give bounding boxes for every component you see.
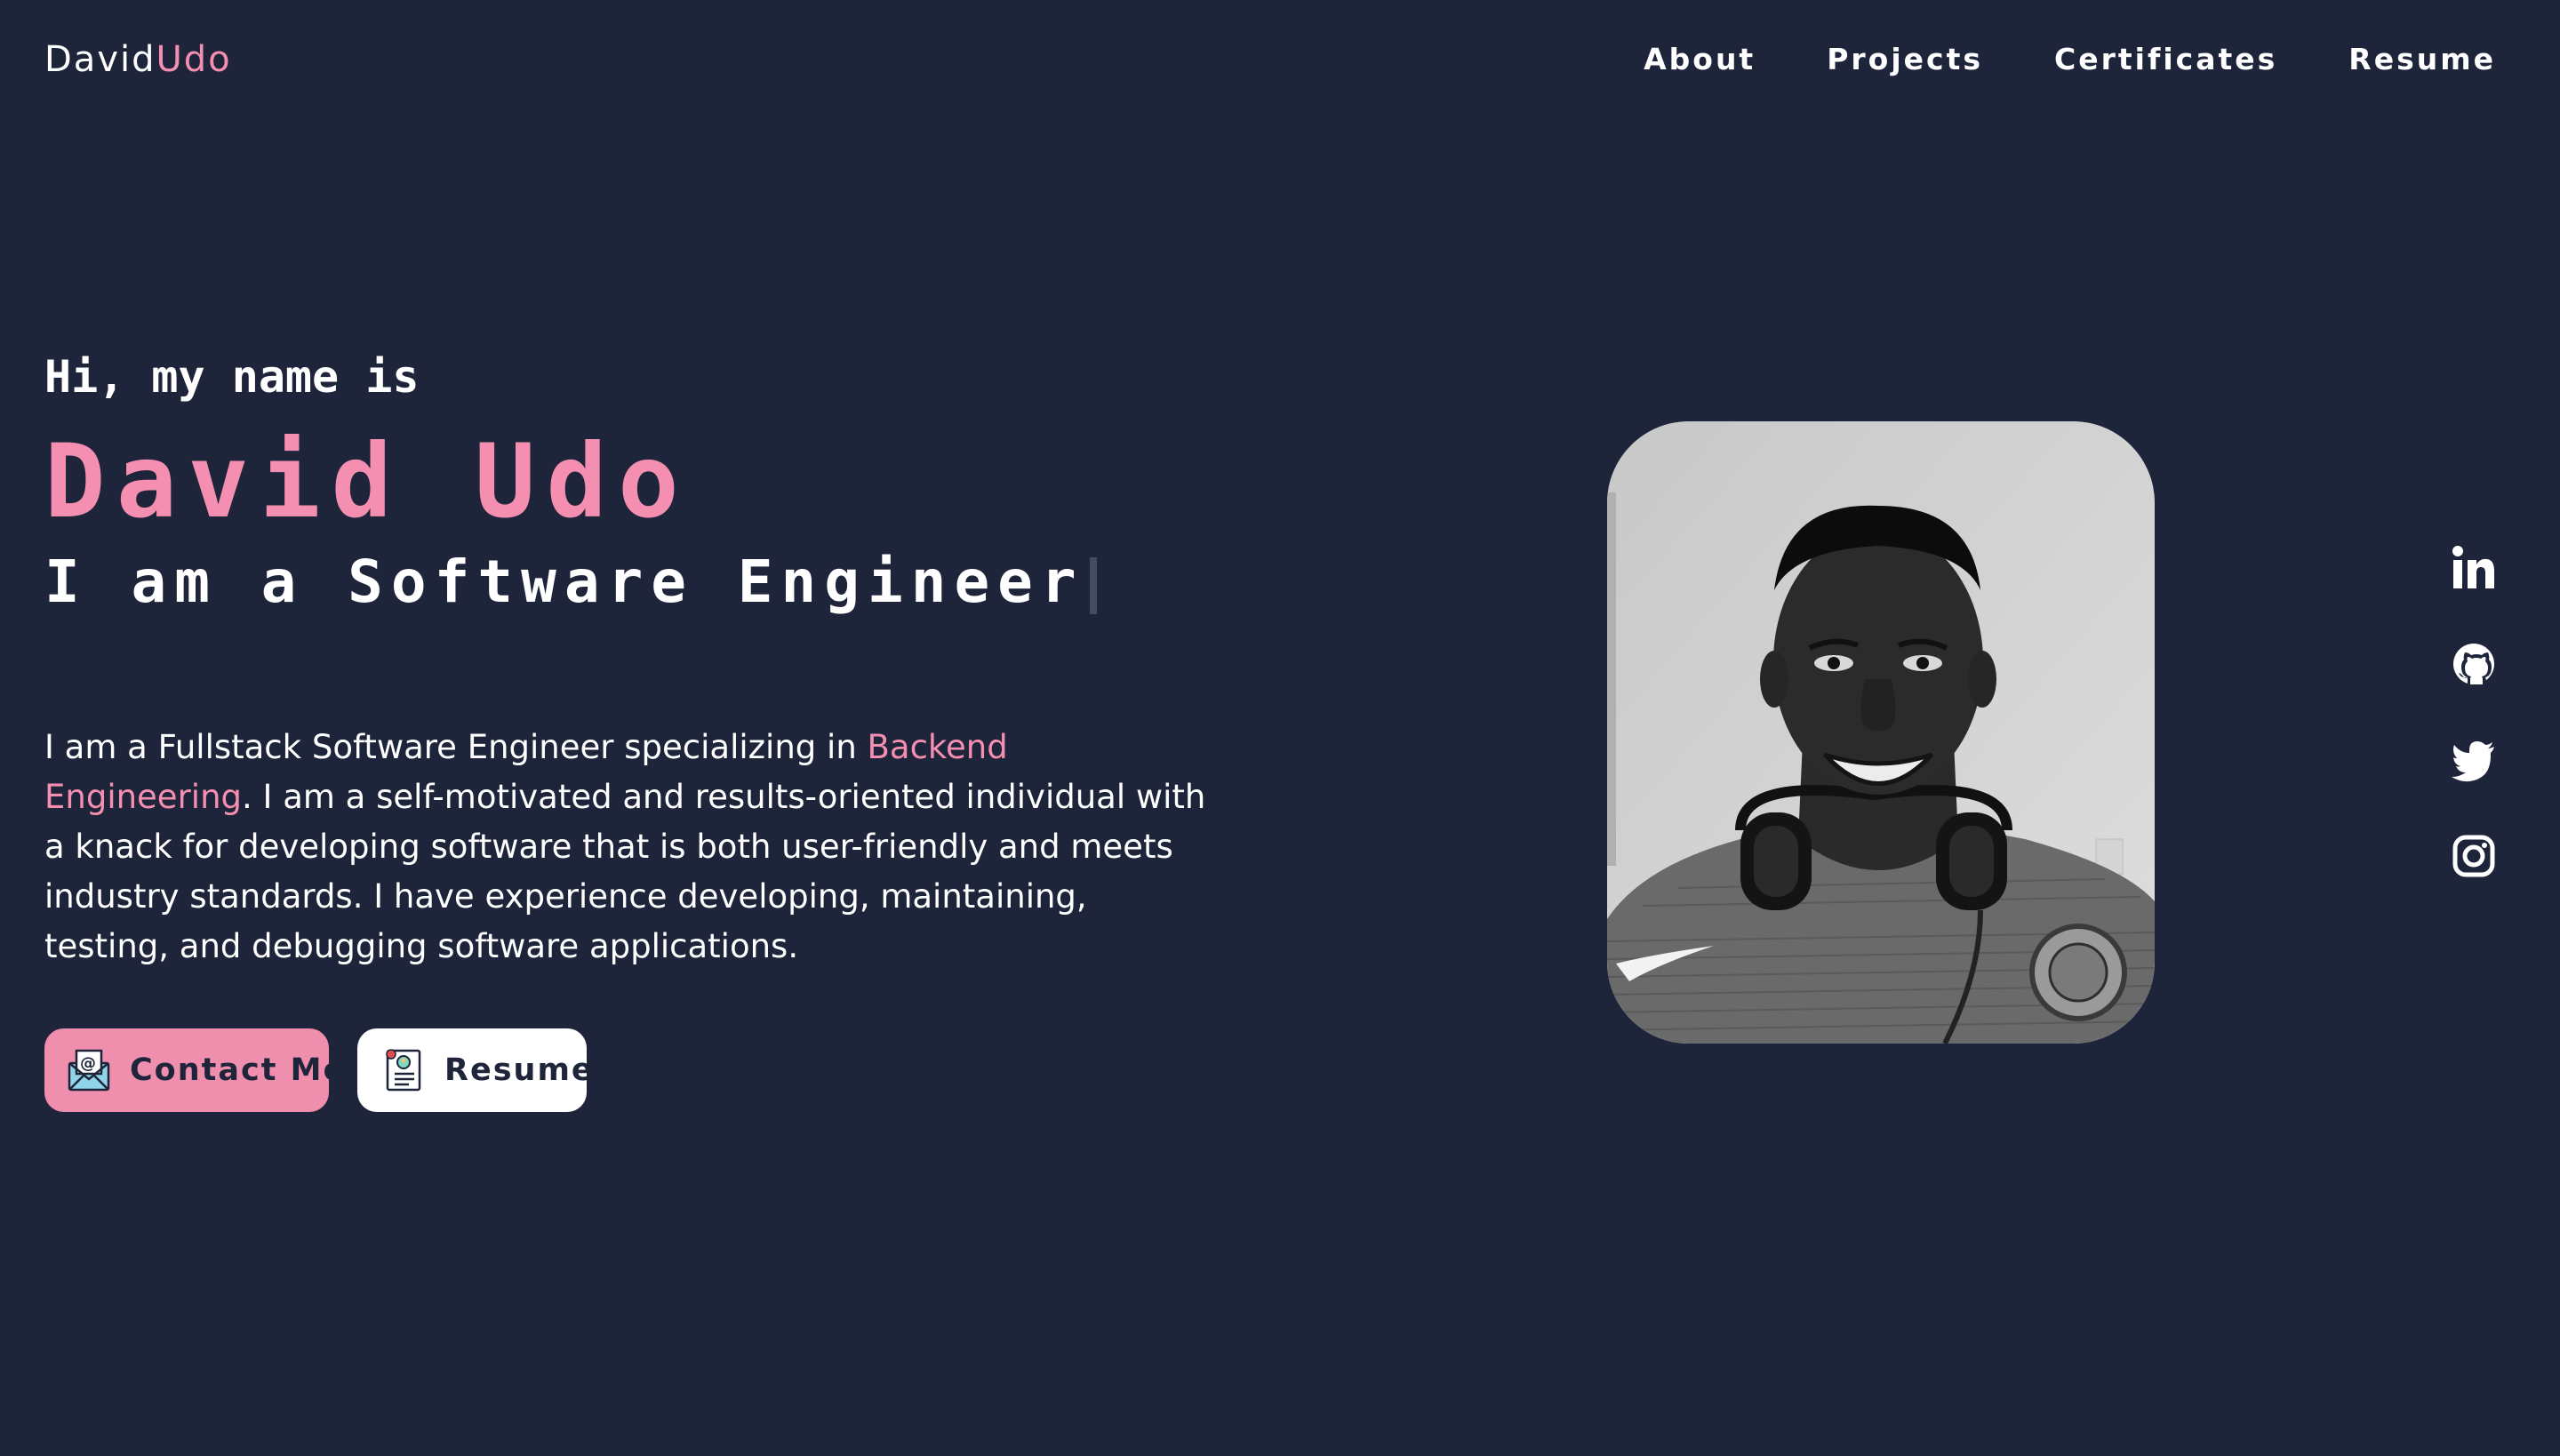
hero-bio: I am a Fullstack Software Engineer speci… <box>44 723 1218 972</box>
instagram-icon[interactable] <box>2450 832 2498 880</box>
hero-greeting: Hi, my name is <box>44 351 420 403</box>
nav-resume[interactable]: Resume <box>2348 37 2496 82</box>
logo-last-name: Udo <box>156 39 232 80</box>
resume-label: Resume <box>444 1052 595 1088</box>
profile-photo <box>1607 421 2155 1044</box>
social-links <box>2450 544 2498 928</box>
bio-text-start: I am a Fullstack Software Engineer speci… <box>44 728 868 766</box>
resume-button[interactable]: Resume <box>357 1028 593 1112</box>
main-nav: About Projects Certificates Resume <box>1572 37 2496 82</box>
hero-role-text: I am a Software Engineer <box>44 548 1084 616</box>
twitter-icon[interactable] <box>2450 736 2498 784</box>
nav-projects[interactable]: Projects <box>1827 37 1983 82</box>
typing-cursor <box>1089 556 1097 614</box>
linkedin-icon[interactable] <box>2450 544 2498 592</box>
nav-about[interactable]: About <box>1644 37 1756 82</box>
svg-text:@: @ <box>80 1054 98 1073</box>
hero-role: I am a Software Engineer <box>44 546 1097 619</box>
nav-certificates[interactable]: Certificates <box>2054 37 2277 82</box>
profile-photo-illustration <box>1607 421 2155 1044</box>
hero-name: David Udo <box>44 422 690 540</box>
github-icon[interactable] <box>2450 640 2498 688</box>
contact-me-button[interactable]: @ Contact Me <box>44 1028 344 1112</box>
contact-me-label: Contact Me <box>130 1052 347 1088</box>
logo-first-name: David <box>44 39 156 80</box>
site-logo[interactable]: DavidUdo <box>44 37 232 82</box>
resume-document-icon <box>386 1049 421 1092</box>
mail-icon: @ <box>68 1049 110 1092</box>
